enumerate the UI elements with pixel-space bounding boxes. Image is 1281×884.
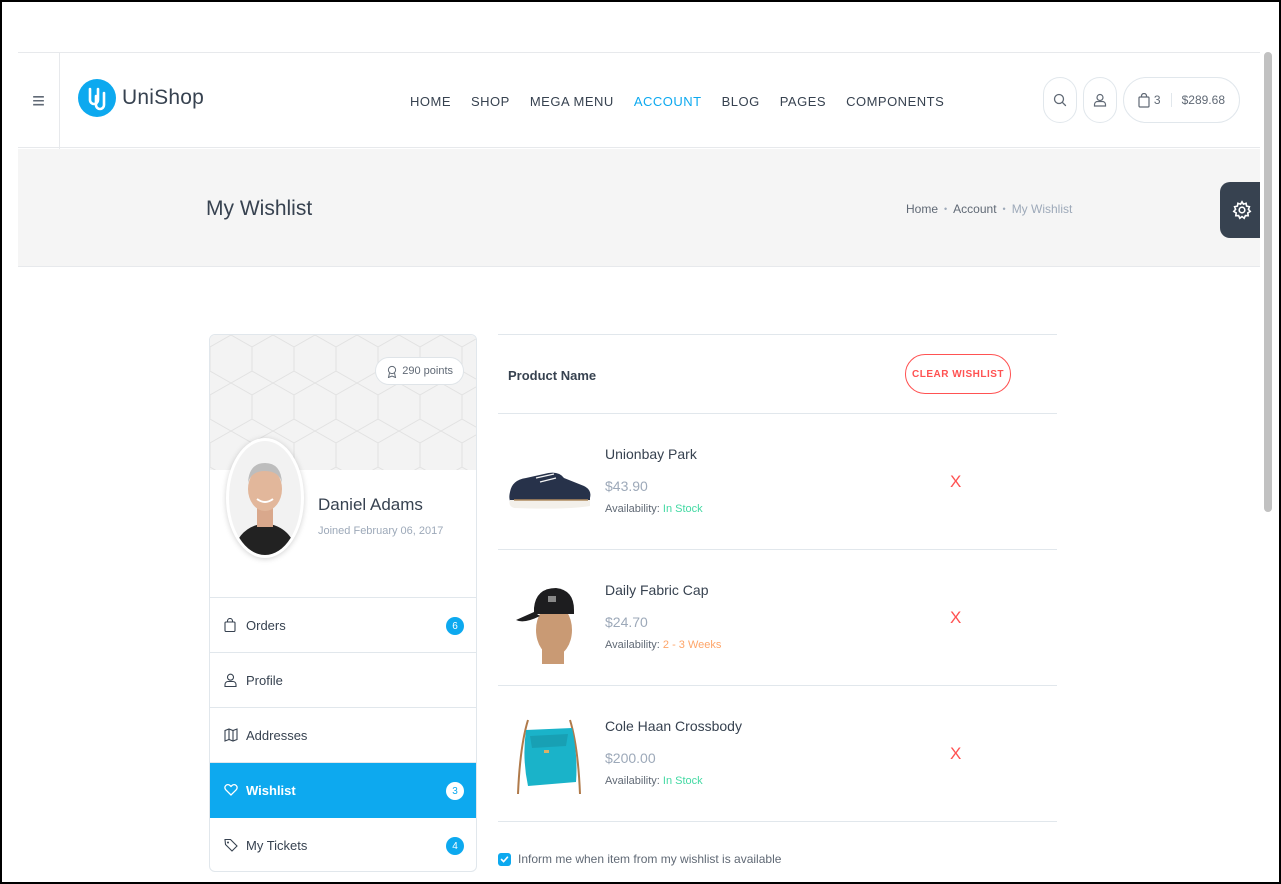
remove-item-button[interactable]: X xyxy=(950,608,961,628)
availability-status: 2 - 3 Weeks xyxy=(662,639,722,651)
availability-label: Availability: xyxy=(605,503,660,515)
checkmark-icon xyxy=(500,855,509,863)
menu-item-orders[interactable]: Orders 6 xyxy=(210,598,476,653)
site-logo[interactable]: UniShop xyxy=(78,79,204,117)
wishlist-table-header: Product Name CLEAR WISHLIST xyxy=(498,334,1057,414)
profile-joined-date: Joined February 06, 2017 xyxy=(318,525,444,537)
nav-pages[interactable]: PAGES xyxy=(780,94,826,109)
points-value: 290 points xyxy=(402,365,453,377)
map-icon xyxy=(224,728,238,742)
product-price: $43.90 xyxy=(605,478,648,494)
nav-mega-menu[interactable]: MEGA MENU xyxy=(530,94,614,109)
nav-account[interactable]: ACCOUNT xyxy=(634,94,702,109)
nav-home[interactable]: HOME xyxy=(410,94,451,109)
product-image-sneaker[interactable] xyxy=(506,434,592,530)
product-availability: Availability: In Stock xyxy=(605,503,703,515)
menu-item-wishlist[interactable]: Wishlist 3 xyxy=(210,763,476,818)
menu-item-addresses[interactable]: Addresses xyxy=(210,708,476,763)
remove-item-button[interactable]: X xyxy=(950,744,961,764)
inform-option: Inform me when item from my wishlist is … xyxy=(498,852,781,866)
award-icon xyxy=(388,365,397,378)
menu-item-label: Addresses xyxy=(246,727,308,743)
availability-status: In Stock xyxy=(662,503,703,515)
tickets-count-badge: 4 xyxy=(446,837,464,855)
avatar xyxy=(226,438,304,558)
orders-count-badge: 6 xyxy=(446,617,464,635)
wishlist-count-badge: 3 xyxy=(446,782,464,800)
inform-checkbox[interactable] xyxy=(498,852,511,866)
logo-icon xyxy=(78,79,116,117)
nav-components[interactable]: COMPONENTS xyxy=(846,94,944,109)
points-badge: 290 points xyxy=(375,357,464,385)
account-button[interactable] xyxy=(1082,77,1117,123)
breadcrumb-separator: • xyxy=(944,204,948,214)
search-icon xyxy=(1053,93,1067,107)
menu-item-label: Profile xyxy=(246,672,283,688)
wishlist-row: Cole Haan Crossbody $200.00 Availability… xyxy=(498,686,1057,822)
menu-item-label: My Tickets xyxy=(246,837,308,853)
tag-icon xyxy=(224,838,238,852)
product-availability: Availability: 2 - 3 Weeks xyxy=(605,639,721,651)
product-name-link[interactable]: Daily Fabric Cap xyxy=(605,582,708,598)
availability-status: In Stock xyxy=(662,775,703,787)
search-button[interactable] xyxy=(1042,77,1077,123)
main-nav: HOME SHOP MEGA MENU ACCOUNT BLOG PAGES C… xyxy=(410,53,964,149)
header-tools: 3 $289.68 xyxy=(1037,77,1240,123)
settings-button[interactable] xyxy=(1220,182,1264,238)
breadcrumb-account[interactable]: Account xyxy=(953,202,996,216)
menu-item-profile[interactable]: Profile xyxy=(210,653,476,708)
site-header: ≡ UniShop HOME SHOP MEGA MENU ACCOUNT BL… xyxy=(18,52,1260,149)
user-profile-card: 290 points Daniel Adams Joined February … xyxy=(209,334,477,872)
cart-total: $289.68 xyxy=(1181,93,1225,107)
inform-label: Inform me when item from my wishlist is … xyxy=(518,852,782,866)
brand-name: UniShop xyxy=(122,86,204,109)
nav-blog[interactable]: BLOG xyxy=(722,94,760,109)
product-image-cap[interactable] xyxy=(506,570,592,666)
column-header-product-name: Product Name xyxy=(508,368,597,383)
breadcrumb-home[interactable]: Home xyxy=(906,202,938,216)
bag-icon xyxy=(1138,92,1150,108)
profile-name: Daniel Adams xyxy=(318,495,423,514)
account-menu: Orders 6 Profile Addresses Wishlist 3 My… xyxy=(210,597,476,871)
user-icon xyxy=(1093,93,1107,107)
product-name-link[interactable]: Unionbay Park xyxy=(605,446,697,462)
browser-frame: ≡ UniShop HOME SHOP MEGA MENU ACCOUNT BL… xyxy=(0,0,1281,884)
page-title: My Wishlist xyxy=(206,197,313,220)
product-name-link[interactable]: Cole Haan Crossbody xyxy=(605,718,742,734)
breadcrumb: Home • Account • My Wishlist xyxy=(906,202,1072,216)
wishlist-row: Unionbay Park $43.90 Availability: In St… xyxy=(498,414,1057,550)
product-image-bag[interactable] xyxy=(506,706,592,802)
availability-label: Availability: xyxy=(605,775,660,787)
availability-label: Availability: xyxy=(605,639,660,651)
breadcrumb-separator: • xyxy=(1002,204,1006,214)
breadcrumb-current: My Wishlist xyxy=(1011,202,1073,216)
menu-toggle-button[interactable]: ≡ xyxy=(18,53,60,149)
cart-button[interactable]: 3 $289.68 xyxy=(1122,77,1240,123)
product-price: $24.70 xyxy=(605,614,648,630)
gear-icon xyxy=(1232,200,1252,220)
wishlist-table: Product Name CLEAR WISHLIST Unionbay Par… xyxy=(498,334,1057,822)
top-strip xyxy=(4,2,1279,52)
product-availability: Availability: In Stock xyxy=(605,775,703,787)
clear-wishlist-button[interactable]: CLEAR WISHLIST xyxy=(905,354,1011,394)
hamburger-icon: ≡ xyxy=(32,88,45,113)
wishlist-row: Daily Fabric Cap $24.70 Availability: 2 … xyxy=(498,550,1057,686)
remove-item-button[interactable]: X xyxy=(950,472,961,492)
cart-count: 3 xyxy=(1154,93,1172,107)
nav-shop[interactable]: SHOP xyxy=(471,94,510,109)
scrollbar-thumb[interactable] xyxy=(1264,52,1272,512)
menu-item-label: Wishlist xyxy=(246,782,296,798)
heart-icon xyxy=(224,783,238,797)
product-price: $200.00 xyxy=(605,750,656,766)
menu-item-label: Orders xyxy=(246,617,286,633)
bag-icon xyxy=(224,618,238,632)
page-title-bar: My Wishlist Home • Account • My Wishlist xyxy=(18,149,1260,267)
user-icon xyxy=(224,673,238,687)
menu-item-my-tickets[interactable]: My Tickets 4 xyxy=(210,818,476,871)
